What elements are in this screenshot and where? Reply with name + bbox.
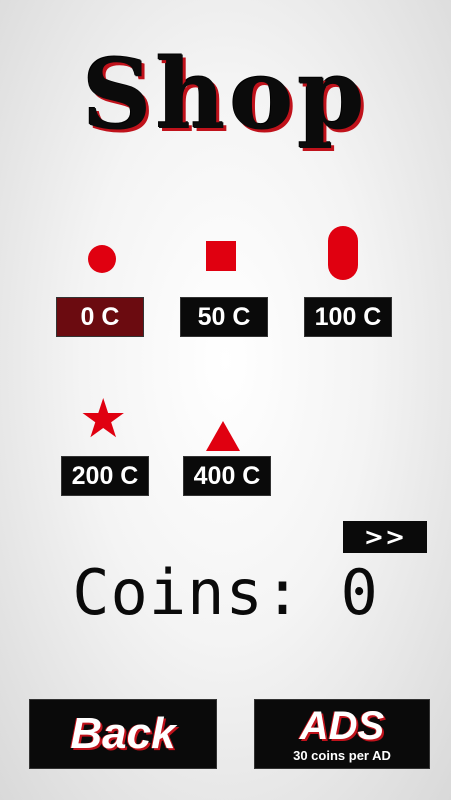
capsule-icon[interactable] bbox=[328, 226, 358, 280]
price-button-star[interactable]: 200 C bbox=[62, 457, 148, 495]
back-button-label: Back bbox=[70, 709, 176, 758]
coins-counter: Coins: 0 bbox=[72, 556, 379, 629]
back-button[interactable]: Back bbox=[30, 700, 216, 768]
ads-button[interactable]: ADS 30 coins per AD bbox=[255, 700, 429, 768]
price-button-square[interactable]: 50 C bbox=[181, 298, 267, 336]
star-icon[interactable]: ★ bbox=[79, 392, 127, 446]
circle-icon[interactable] bbox=[88, 245, 116, 273]
next-page-button[interactable]: >> bbox=[343, 521, 427, 553]
price-button-triangle[interactable]: 400 C bbox=[184, 457, 270, 495]
square-icon[interactable] bbox=[206, 241, 236, 271]
price-button-circle[interactable]: 0 C bbox=[57, 298, 143, 336]
ads-button-label: ADS bbox=[299, 703, 385, 748]
price-button-capsule[interactable]: 100 C bbox=[305, 298, 391, 336]
shop-title: Shop bbox=[82, 38, 369, 151]
ads-subtitle: 30 coins per AD bbox=[293, 747, 391, 763]
triangle-icon[interactable] bbox=[206, 421, 240, 451]
